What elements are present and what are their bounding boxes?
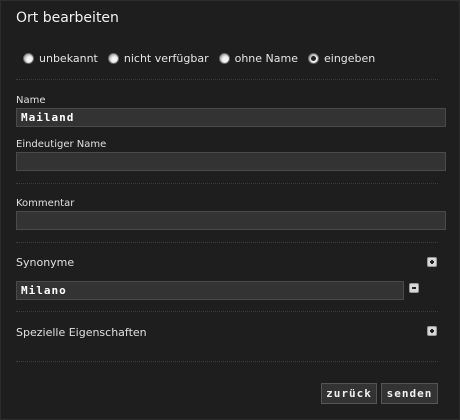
radio-not-available[interactable] xyxy=(107,53,119,64)
radio-unknown-label: unbekannt xyxy=(39,52,98,65)
radio-option-no-name[interactable]: ohne Name xyxy=(218,52,298,65)
unique-name-label: Eindeutiger Name xyxy=(16,139,107,150)
unique-name-input[interactable] xyxy=(16,152,446,171)
divider xyxy=(16,242,438,243)
radio-no-name[interactable] xyxy=(218,53,230,64)
comment-input[interactable] xyxy=(16,211,446,230)
edit-place-dialog: Ort bearbeiten unbekannt nicht verfügbar… xyxy=(0,0,460,420)
divider xyxy=(16,183,438,184)
name-label: Name xyxy=(16,95,46,106)
synonym-input[interactable]: Milano xyxy=(16,281,404,300)
add-property-plus-icon[interactable] xyxy=(427,326,437,336)
radio-option-not-available[interactable]: nicht verfügbar xyxy=(107,52,209,65)
name-input[interactable]: Mailand xyxy=(16,108,446,127)
divider xyxy=(16,311,438,312)
comment-label: Kommentar xyxy=(16,198,75,209)
remove-synonym-minus-icon[interactable] xyxy=(409,283,419,293)
dialog-title: Ort bearbeiten xyxy=(16,10,119,26)
radio-unknown[interactable] xyxy=(23,53,34,64)
synonyms-label: Synonyme xyxy=(16,256,75,269)
add-synonym-plus-icon[interactable] xyxy=(427,257,437,267)
radio-not-available-label: nicht verfügbar xyxy=(123,52,209,65)
back-button[interactable]: zurück xyxy=(321,383,377,404)
radio-enter[interactable] xyxy=(308,53,319,64)
send-button[interactable]: senden xyxy=(381,383,438,404)
name-mode-radio-group: unbekannt nicht verfügbar ohne Name eing… xyxy=(23,52,385,65)
radio-enter-label: eingeben xyxy=(324,52,376,65)
divider xyxy=(16,79,438,80)
special-properties-label: Spezielle Eigenschaften xyxy=(16,326,147,339)
radio-no-name-label: ohne Name xyxy=(234,52,298,65)
radio-option-unknown[interactable]: unbekannt xyxy=(23,52,98,65)
divider xyxy=(16,361,438,362)
radio-option-enter[interactable]: eingeben xyxy=(308,52,375,65)
